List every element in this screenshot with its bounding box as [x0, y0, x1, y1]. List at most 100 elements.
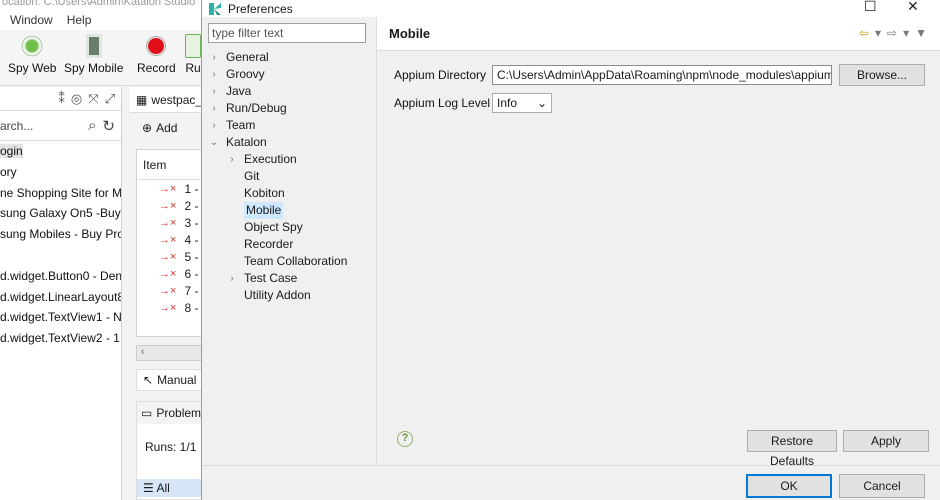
preferences-tree: › General › Groovy › Java › Run/Debug › Team ⌄ Kata… [208, 49, 348, 304]
expand-toggle-icon[interactable]: ⌄ [208, 134, 220, 151]
problems-icon: ▭ [141, 406, 153, 420]
table-row[interactable]: →× 6 - [137, 265, 201, 282]
tree-item-label: Utility Addon [244, 288, 311, 302]
explorer-item[interactable]: ory [0, 162, 121, 183]
explorer-item[interactable]: d.widget.TextView1 - NI [0, 307, 121, 328]
explorer-item[interactable]: sung Galaxy On5 -Buy S [0, 203, 121, 224]
table-row[interactable]: →× 8 - [137, 299, 201, 316]
appium-directory-row: Appium Directory C:\Users\Admin\AppData\… [394, 65, 832, 85]
spy-web-button[interactable]: Spy Web [8, 34, 56, 75]
tree-item-object-spy[interactable]: Object Spy [208, 219, 347, 236]
appium-log-level-label: Appium Log Level [394, 96, 491, 110]
page-title: Mobile [389, 26, 431, 41]
tree-item-label: Run/Debug [226, 101, 287, 115]
expand-toggle-icon[interactable]: › [208, 117, 220, 134]
filter-input[interactable]: type filter text [208, 23, 366, 43]
expand-toggle-icon[interactable]: › [208, 83, 220, 100]
record-icon [144, 34, 169, 58]
table-row[interactable]: →× 1 - [137, 180, 201, 197]
bg-menubar: Window Help [0, 10, 210, 30]
filter-all[interactable]: ☰ All [137, 479, 203, 497]
ok-button[interactable]: OK [746, 474, 832, 498]
bg-title: ocation: C:\Users\Admin\Katalon Studio [0, 0, 210, 10]
tree-item-team[interactable]: › Team [208, 117, 347, 134]
tab-manual[interactable]: ↖ Manual [136, 369, 204, 391]
back-dropdown-icon[interactable]: ▾ [875, 26, 881, 40]
table-row[interactable]: →× 4 - [137, 231, 201, 248]
step-arrow-icon: →× [159, 284, 177, 297]
explorer-item[interactable]: sung Mobiles - Buy Proc [0, 224, 121, 245]
tree-item-team-collaboration[interactable]: Team Collaboration [208, 253, 347, 270]
browse-button[interactable]: Browse... [839, 64, 925, 86]
add-button[interactable]: ⊕ Add [130, 113, 202, 143]
expand-toggle-icon[interactable]: › [226, 151, 238, 168]
explorer-item[interactable]: d.widget.TextView2 - 1 [0, 328, 121, 349]
tree-item-java[interactable]: › Java [208, 83, 347, 100]
maximize-icon[interactable]: ⤢ [105, 91, 115, 106]
expand-toggle-icon[interactable]: › [208, 66, 220, 83]
table-row[interactable]: →× 5 - [137, 248, 201, 265]
table-icon: ▦ [136, 92, 148, 107]
navigation-arrows: ⇦ ▾ ⇨ ▾ ▼ [859, 26, 927, 40]
expand-toggle-icon[interactable]: › [226, 270, 238, 287]
cancel-button[interactable]: Cancel [839, 474, 925, 498]
expand-toggle-icon[interactable]: › [208, 49, 220, 66]
cursor-icon: ↖ [143, 373, 154, 387]
explorer-item[interactable]: ogin [0, 141, 121, 162]
apply-button[interactable]: Apply [843, 430, 929, 452]
list-icon: ☰ [143, 481, 154, 495]
tree-item-kobiton[interactable]: Kobiton [208, 185, 347, 202]
close-icon[interactable]: ✕ [907, 0, 919, 15]
menu-window[interactable]: Window [10, 13, 53, 27]
run-button[interactable]: Ru [185, 34, 201, 75]
help-icon[interactable]: ? [397, 431, 413, 447]
tree-item-katalon[interactable]: ⌄ Katalon [208, 134, 347, 151]
step-arrow-icon: →× [159, 216, 177, 229]
table-row[interactable]: →× 7 - [137, 282, 201, 299]
appium-log-level-select[interactable]: Info ⌄ [492, 93, 552, 113]
menu-help[interactable]: Help [67, 13, 92, 27]
search-icon[interactable]: ⌕ [88, 117, 96, 134]
run-icon [185, 34, 201, 58]
forward-dropdown-icon[interactable]: ▾ [903, 26, 909, 40]
tree-item-label: Kobiton [244, 186, 285, 200]
step-arrow-icon: →× [159, 199, 177, 212]
refresh-icon[interactable]: ↻ [102, 117, 115, 135]
tree-item-test-case[interactable]: › Test Case [208, 270, 347, 287]
tree-item-groovy[interactable]: › Groovy [208, 66, 347, 83]
appium-directory-label: Appium Directory [394, 68, 487, 82]
explorer-item[interactable]: d.widget.Button0 - Den [0, 266, 121, 287]
maximize-icon[interactable]: ☐ [864, 0, 877, 15]
tree-item-mobile[interactable]: Mobile [208, 202, 347, 219]
tree-item-execution[interactable]: › Execution [208, 151, 347, 168]
explorer-item[interactable]: ne Shopping Site for Mc [0, 183, 121, 204]
target-icon[interactable]: ◎ [71, 91, 82, 106]
tree-item-git[interactable]: Git [208, 168, 347, 185]
tree-item-general[interactable]: › General [208, 49, 347, 66]
record-button[interactable]: Record [137, 34, 176, 75]
tree-item-run-debug[interactable]: › Run/Debug [208, 100, 347, 117]
preferences-tree-panel: type filter text › General › Groovy › Java › Ru… [202, 17, 376, 465]
explorer-search[interactable]: arch... ⌕ ↻ [0, 111, 121, 141]
editor-tab[interactable]: ▦ westpac_l [130, 87, 205, 113]
tree-item-utility-addon[interactable]: Utility Addon [208, 287, 347, 304]
table-row[interactable]: →× 2 - [137, 197, 201, 214]
tree-item-recorder[interactable]: Recorder [208, 236, 347, 253]
forward-arrow-icon[interactable]: ⇨ [887, 26, 897, 40]
view-menu-icon[interactable]: ▼ [915, 26, 927, 40]
restore-defaults-button[interactable]: Restore Defaults [747, 430, 837, 468]
back-arrow-icon[interactable]: ⇦ [859, 26, 869, 40]
explorer-item[interactable] [0, 245, 121, 266]
tree-item-label: Test Case [244, 271, 298, 285]
spy-mobile-button[interactable]: Spy Mobile [64, 34, 123, 75]
table-row[interactable]: →× 3 - [137, 214, 201, 231]
bg-editor-panel: ▦ westpac_l ⊕ Add Item →× 1 - →× 2 - →× 3 - →×… [130, 87, 207, 500]
mobile-preference-page: Mobile ⇦ ▾ ⇨ ▾ ▼ Appium Directory C:\Use… [377, 17, 940, 468]
collapse-icon[interactable]: ⁑ [58, 91, 65, 106]
explorer-item[interactable]: d.widget.LinearLayout8 [0, 287, 121, 308]
tab-problems[interactable]: ▭ Problems [137, 402, 207, 424]
expand-toggle-icon[interactable]: › [208, 100, 220, 117]
expand-icon[interactable]: ⤧ [88, 91, 98, 106]
appium-directory-input[interactable]: C:\Users\Admin\AppData\Roaming\npm\node_… [492, 65, 832, 85]
horizontal-scrollbar[interactable]: ‹ [136, 345, 202, 361]
